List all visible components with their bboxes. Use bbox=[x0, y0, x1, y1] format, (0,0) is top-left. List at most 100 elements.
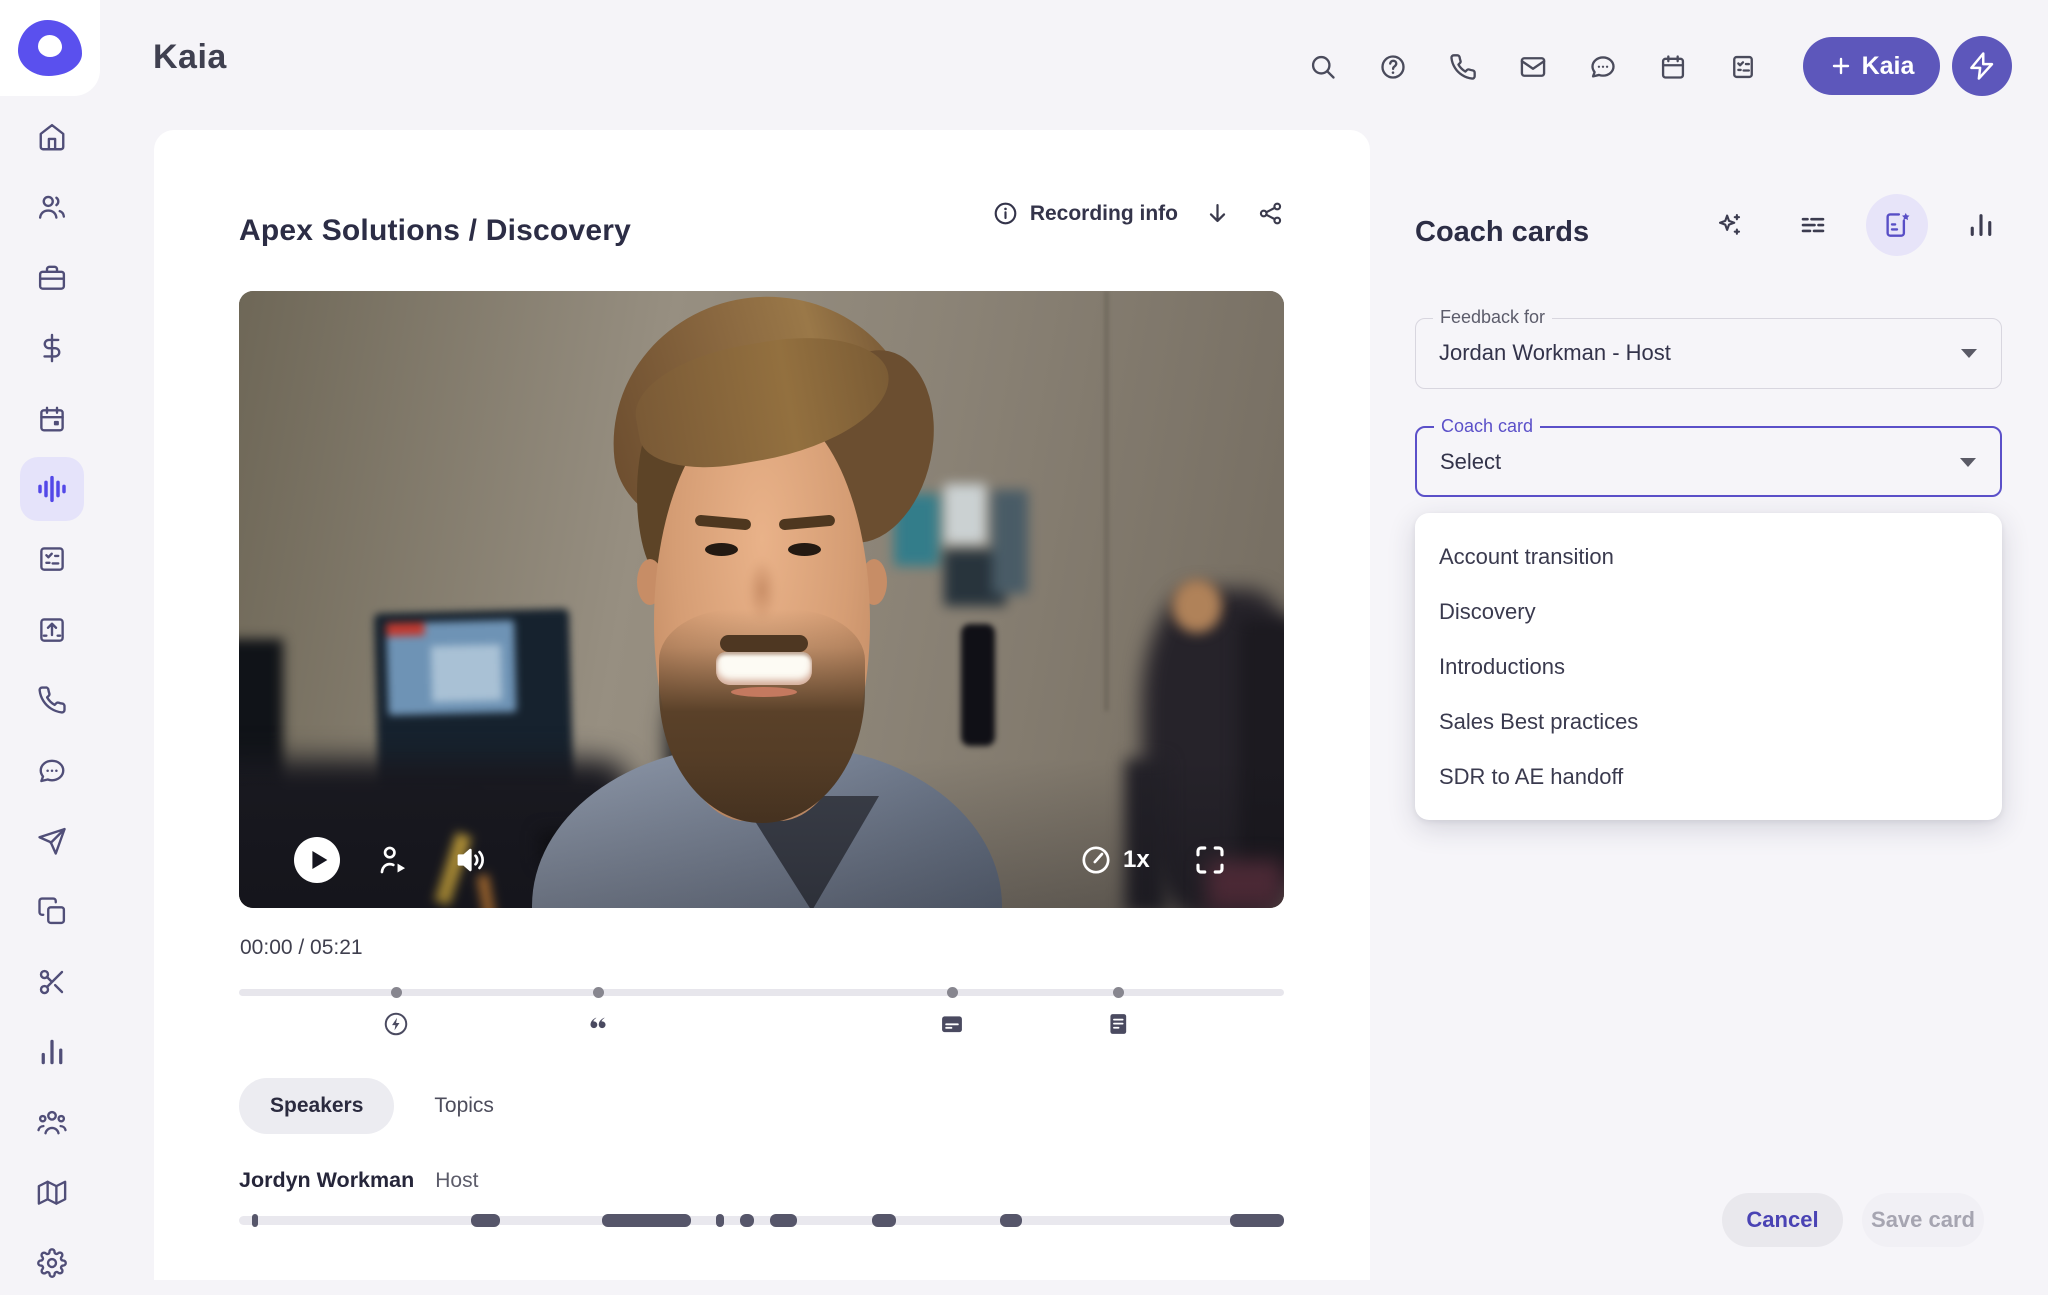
users-icon bbox=[37, 192, 67, 222]
progress-bar[interactable] bbox=[239, 989, 1284, 996]
sidebar-item-templates[interactable] bbox=[20, 879, 84, 943]
coach-card-value: Select bbox=[1440, 449, 1501, 475]
share-button[interactable] bbox=[1257, 200, 1284, 227]
playback-speed-button[interactable]: 1x bbox=[1079, 843, 1150, 877]
copy-icon bbox=[37, 896, 67, 926]
skip-to-speaker-button[interactable] bbox=[377, 843, 411, 877]
sidebar-item-home[interactable] bbox=[20, 105, 84, 169]
dropdown-option[interactable]: Account transition bbox=[1415, 529, 2002, 584]
feedback-for-label: Feedback for bbox=[1433, 307, 1552, 328]
volume-button[interactable] bbox=[454, 843, 488, 877]
sidebar-item-meetings[interactable] bbox=[20, 387, 84, 451]
sidebar-item-conversations[interactable] bbox=[20, 457, 84, 521]
sidebar-item-snippets[interactable] bbox=[20, 950, 84, 1014]
fullscreen-button[interactable] bbox=[1192, 842, 1228, 878]
sidebar-item-reports[interactable] bbox=[20, 1020, 84, 1084]
talk-segment bbox=[716, 1214, 724, 1227]
card-marker-icon[interactable] bbox=[938, 1010, 966, 1038]
talk-segment bbox=[252, 1214, 258, 1227]
talk-segment bbox=[872, 1214, 896, 1227]
sidebar-item-contacts[interactable] bbox=[20, 175, 84, 239]
video-player[interactable]: 1x bbox=[239, 291, 1284, 908]
filter-view-button[interactable] bbox=[1782, 194, 1844, 256]
speaker-talk-track[interactable] bbox=[239, 1216, 1284, 1225]
ai-sparkles-button[interactable] bbox=[1698, 194, 1760, 256]
sidebar-item-outbox[interactable] bbox=[20, 598, 84, 662]
quick-actions-button[interactable] bbox=[1952, 36, 2012, 96]
save-card-button[interactable]: Save card bbox=[1862, 1193, 1984, 1247]
tab-speakers[interactable]: Speakers bbox=[239, 1078, 394, 1134]
mail-icon[interactable] bbox=[1519, 53, 1547, 81]
coach-card-view-button[interactable] bbox=[1866, 194, 1928, 256]
cancel-button[interactable]: Cancel bbox=[1722, 1193, 1843, 1247]
bar-chart-icon bbox=[37, 1037, 67, 1067]
progress-marker-dot[interactable] bbox=[1113, 987, 1124, 998]
recording-info-label: Recording info bbox=[1030, 202, 1178, 226]
briefcase-icon bbox=[37, 263, 67, 293]
progress-marker-dot[interactable] bbox=[947, 987, 958, 998]
main-content: Apex Solutions / Discovery Recording inf… bbox=[154, 130, 1370, 1280]
coach-panel-icon-row bbox=[1698, 194, 2012, 256]
sidebar-item-accounts[interactable] bbox=[20, 246, 84, 310]
topbar: Kaia Kaia bbox=[0, 0, 2048, 133]
analytics-view-button[interactable] bbox=[1950, 194, 2012, 256]
play-button[interactable] bbox=[294, 837, 340, 883]
sidebar-item-opportunities[interactable] bbox=[20, 316, 84, 380]
sidebar-item-playbooks[interactable] bbox=[20, 1161, 84, 1225]
download-button[interactable] bbox=[1204, 200, 1231, 227]
speaker-mustache bbox=[720, 635, 808, 652]
feedback-for-select[interactable]: Feedback for Jordan Workman - Host bbox=[1415, 318, 2002, 389]
sidebar-item-tasks[interactable] bbox=[20, 527, 84, 591]
recording-info-button[interactable]: Recording info bbox=[992, 200, 1178, 227]
coach-cards-title: Coach cards bbox=[1415, 216, 1589, 249]
chat-icon[interactable] bbox=[1589, 53, 1617, 81]
dropdown-option[interactable]: Sales Best practices bbox=[1415, 694, 2002, 749]
sidebar-item-texts[interactable] bbox=[20, 739, 84, 803]
app-logo[interactable] bbox=[0, 0, 100, 96]
coach-cards-panel: Coach cards Feedback for Jordan Workman … bbox=[1370, 130, 2048, 1280]
bar-chart-icon bbox=[1966, 210, 1996, 240]
speaker-eye bbox=[788, 543, 821, 556]
tasks-icon[interactable] bbox=[1729, 53, 1757, 81]
header-actions: Recording info bbox=[992, 200, 1284, 227]
speed-label: 1x bbox=[1123, 846, 1150, 874]
dollar-icon bbox=[37, 333, 67, 363]
share-icon bbox=[1257, 200, 1284, 227]
info-icon bbox=[992, 200, 1019, 227]
talk-segment bbox=[602, 1214, 692, 1227]
search-icon[interactable] bbox=[1309, 53, 1337, 81]
phone-icon bbox=[37, 685, 67, 715]
gear-icon bbox=[37, 1248, 67, 1278]
progress-marker-dot[interactable] bbox=[391, 987, 402, 998]
tab-topics[interactable]: Topics bbox=[394, 1078, 534, 1134]
speaker-lip bbox=[731, 687, 797, 697]
sidebar-item-calls[interactable] bbox=[20, 668, 84, 732]
add-kaia-button[interactable]: Kaia bbox=[1803, 37, 1940, 95]
background-person-right-head bbox=[1172, 579, 1222, 633]
notes-marker-icon[interactable] bbox=[1104, 1010, 1132, 1038]
dropdown-option[interactable]: Discovery bbox=[1415, 584, 2002, 639]
dropdown-option[interactable]: Introductions bbox=[1415, 639, 2002, 694]
sparkles-icon bbox=[1714, 210, 1744, 240]
add-kaia-label: Kaia bbox=[1862, 52, 1915, 81]
calendar-icon[interactable] bbox=[1659, 53, 1687, 81]
sidebar-item-team[interactable] bbox=[20, 1090, 84, 1154]
quotes-marker-icon[interactable] bbox=[584, 1010, 612, 1038]
team-icon bbox=[37, 1107, 67, 1137]
coach-card-select[interactable]: Coach card Select bbox=[1415, 426, 2002, 497]
video-controls: 1x bbox=[239, 813, 1284, 908]
feedback-for-value: Jordan Workman - Host bbox=[1439, 340, 1671, 366]
arrow-down-icon bbox=[1204, 200, 1231, 227]
progress-marker-dot[interactable] bbox=[593, 987, 604, 998]
sidebar-item-sequences[interactable] bbox=[20, 809, 84, 873]
time-display: 00:00 / 05:21 bbox=[240, 936, 363, 960]
speaker-eye bbox=[705, 543, 738, 556]
wall-poster bbox=[894, 484, 1030, 612]
bolt-circle-marker-icon[interactable] bbox=[382, 1010, 410, 1038]
page-title: Apex Solutions / Discovery bbox=[239, 214, 631, 248]
dropdown-option[interactable]: SDR to AE handoff bbox=[1415, 749, 2002, 804]
sidebar-item-settings[interactable] bbox=[20, 1231, 84, 1295]
help-icon[interactable] bbox=[1379, 53, 1407, 81]
wall-seam bbox=[1105, 291, 1108, 711]
phone-icon[interactable] bbox=[1449, 53, 1477, 81]
